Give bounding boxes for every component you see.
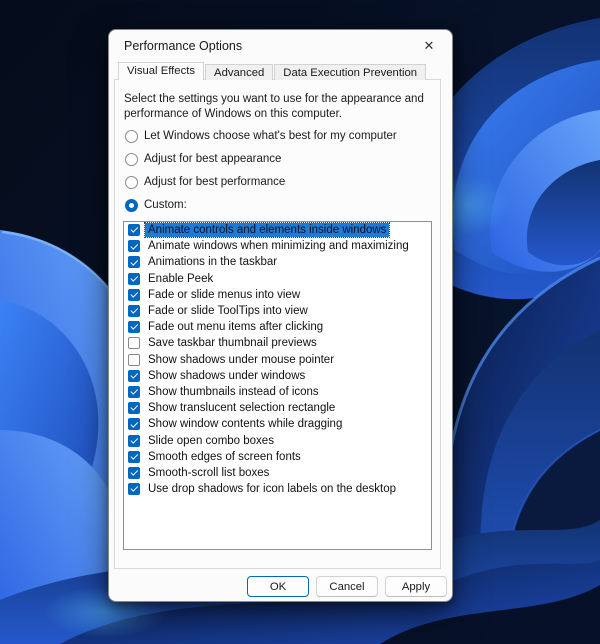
checkbox[interactable] xyxy=(128,385,140,398)
visual-effect-row[interactable]: Show thumbnails instead of icons xyxy=(124,384,431,400)
radio-button-icon[interactable] xyxy=(125,129,138,143)
checkmark-icon xyxy=(129,257,138,266)
close-button[interactable]: ✕ xyxy=(414,34,444,58)
dialog-title: Performance Options xyxy=(124,39,243,53)
radio-option-label: Custom: xyxy=(144,199,187,211)
settings-description: Select the settings you want to use for … xyxy=(124,93,424,120)
visual-effect-row[interactable]: Fade out menu items after clicking xyxy=(124,319,431,335)
radio-button-icon[interactable] xyxy=(125,198,138,212)
visual-effect-row[interactable]: Smooth edges of screen fonts xyxy=(124,449,431,465)
dialog-button[interactable]: Cancel xyxy=(316,576,378,597)
checkmark-icon xyxy=(129,273,138,282)
checkbox[interactable] xyxy=(128,288,140,301)
checkbox[interactable] xyxy=(128,483,140,496)
visual-effect-label: Enable Peek xyxy=(148,272,214,285)
visual-effect-row[interactable]: Save taskbar thumbnail previews xyxy=(124,335,431,351)
visual-effect-row[interactable]: Show shadows under windows xyxy=(124,368,431,384)
visual-effect-row[interactable]: Show translucent selection rectangle xyxy=(124,400,431,416)
checkbox[interactable] xyxy=(128,418,140,431)
checkbox[interactable] xyxy=(128,466,140,479)
tab-label: Visual Effects xyxy=(127,65,196,77)
visual-effect-label: Animate windows when minimizing and maxi… xyxy=(148,240,409,253)
visual-effect-row[interactable]: Smooth-scroll list boxes xyxy=(124,465,431,481)
checkmark-icon xyxy=(129,387,138,395)
visual-effect-row[interactable]: Show shadows under mouse pointer xyxy=(124,352,431,368)
visual-effects-tab-page: Select the settings you want to use for … xyxy=(114,79,441,569)
visual-effects-listbox[interactable]: Animate controls and elements inside win… xyxy=(123,221,432,550)
visual-effect-label: Show shadows under mouse pointer xyxy=(148,353,335,366)
checkmark-icon xyxy=(129,484,138,492)
checkbox[interactable] xyxy=(128,450,140,463)
radio-option[interactable]: Adjust for best appearance xyxy=(125,152,432,166)
visual-effect-label: Fade out menu items after clicking xyxy=(148,321,324,334)
dialog-button-row: OK Cancel Apply xyxy=(247,576,447,597)
radio-option-label: Adjust for best performance xyxy=(144,176,286,188)
checkmark-icon xyxy=(129,419,138,427)
tab[interactable]: Visual Effects xyxy=(118,62,205,80)
radio-option[interactable]: Adjust for best performance xyxy=(125,175,432,189)
visual-effect-label: Show thumbnails instead of icons xyxy=(148,385,319,398)
checkmark-icon xyxy=(129,371,138,379)
tab-strip: Visual Effects Advanced Data Execution P… xyxy=(118,62,427,80)
radio-option[interactable]: Custom: xyxy=(125,198,432,212)
checkmark-icon xyxy=(129,290,138,298)
performance-options-dialog: Performance Options ✕ Visual Effects Adv… xyxy=(108,29,453,602)
tab[interactable]: Data Execution Prevention xyxy=(274,64,427,80)
checkmark-icon xyxy=(129,241,138,249)
checkbox[interactable] xyxy=(128,321,140,334)
radio-button-icon[interactable] xyxy=(125,152,138,166)
visual-effect-label: Show window contents while dragging xyxy=(148,418,343,431)
checkmark-icon xyxy=(129,403,138,411)
radio-group: Let Windows choose what's best for my co… xyxy=(123,129,432,212)
visual-effect-row[interactable]: Fade or slide ToolTips into view xyxy=(124,303,431,319)
visual-effect-label: Use drop shadows for icon labels on the … xyxy=(148,483,397,496)
titlebar[interactable]: Performance Options ✕ xyxy=(109,30,452,62)
radio-option-label: Let Windows choose what's best for my co… xyxy=(144,130,397,142)
checkbox[interactable] xyxy=(128,402,140,415)
checkbox[interactable] xyxy=(128,240,140,253)
visual-effect-row[interactable]: Animate windows when minimizing and maxi… xyxy=(124,238,431,254)
visual-effect-row[interactable]: Show window contents while dragging xyxy=(124,416,431,432)
checkbox[interactable] xyxy=(128,272,140,285)
visual-effect-row[interactable]: Use drop shadows for icon labels on the … xyxy=(124,481,431,497)
visual-effect-label: Slide open combo boxes xyxy=(148,434,274,447)
close-icon: ✕ xyxy=(423,38,435,54)
radio-option-label: Adjust for best appearance xyxy=(144,153,282,165)
checkbox[interactable] xyxy=(128,305,140,318)
dialog-button[interactable]: Apply xyxy=(385,576,447,597)
checkmark-icon xyxy=(129,322,138,330)
visual-effect-row[interactable]: Enable Peek xyxy=(124,271,431,287)
visual-effect-label: Fade or slide ToolTips into view xyxy=(148,305,308,318)
tab-label: Data Execution Prevention xyxy=(283,67,418,79)
radio-option[interactable]: Let Windows choose what's best for my co… xyxy=(125,129,432,143)
tab[interactable]: Advanced xyxy=(205,64,274,80)
visual-effect-label: Show shadows under windows xyxy=(148,369,306,382)
checkmark-icon xyxy=(129,468,138,476)
checkbox[interactable] xyxy=(128,337,140,350)
visual-effect-label: Animations in the taskbar xyxy=(148,256,278,269)
visual-effect-row[interactable]: Fade or slide menus into view xyxy=(124,287,431,303)
checkbox[interactable] xyxy=(128,353,140,366)
checkmark-icon xyxy=(129,451,138,460)
visual-effect-row[interactable]: Animations in the taskbar xyxy=(124,254,431,270)
visual-effect-label: Animate controls and elements inside win… xyxy=(143,222,391,239)
visual-effect-label: Save taskbar thumbnail previews xyxy=(148,337,317,350)
visual-effect-label: Show translucent selection rectangle xyxy=(148,402,336,415)
checkbox[interactable] xyxy=(128,224,140,237)
visual-effect-label: Smooth edges of screen fonts xyxy=(148,450,301,463)
checkbox[interactable] xyxy=(128,256,140,269)
visual-effect-label: Smooth-scroll list boxes xyxy=(148,466,270,479)
desktop-wallpaper: Performance Options ✕ Visual Effects Adv… xyxy=(0,0,600,644)
visual-effect-row[interactable]: Animate controls and elements inside win… xyxy=(124,222,431,239)
checkmark-icon xyxy=(129,306,138,314)
checkmark-icon xyxy=(129,225,138,233)
radio-button-icon[interactable] xyxy=(125,175,138,189)
visual-effect-label: Fade or slide menus into view xyxy=(148,288,301,301)
checkbox[interactable] xyxy=(128,369,140,382)
dialog-button[interactable]: OK xyxy=(247,576,309,597)
checkbox[interactable] xyxy=(128,434,140,447)
tab-label: Advanced xyxy=(214,67,265,79)
checkmark-icon xyxy=(129,435,138,444)
visual-effect-row[interactable]: Slide open combo boxes xyxy=(124,432,431,448)
